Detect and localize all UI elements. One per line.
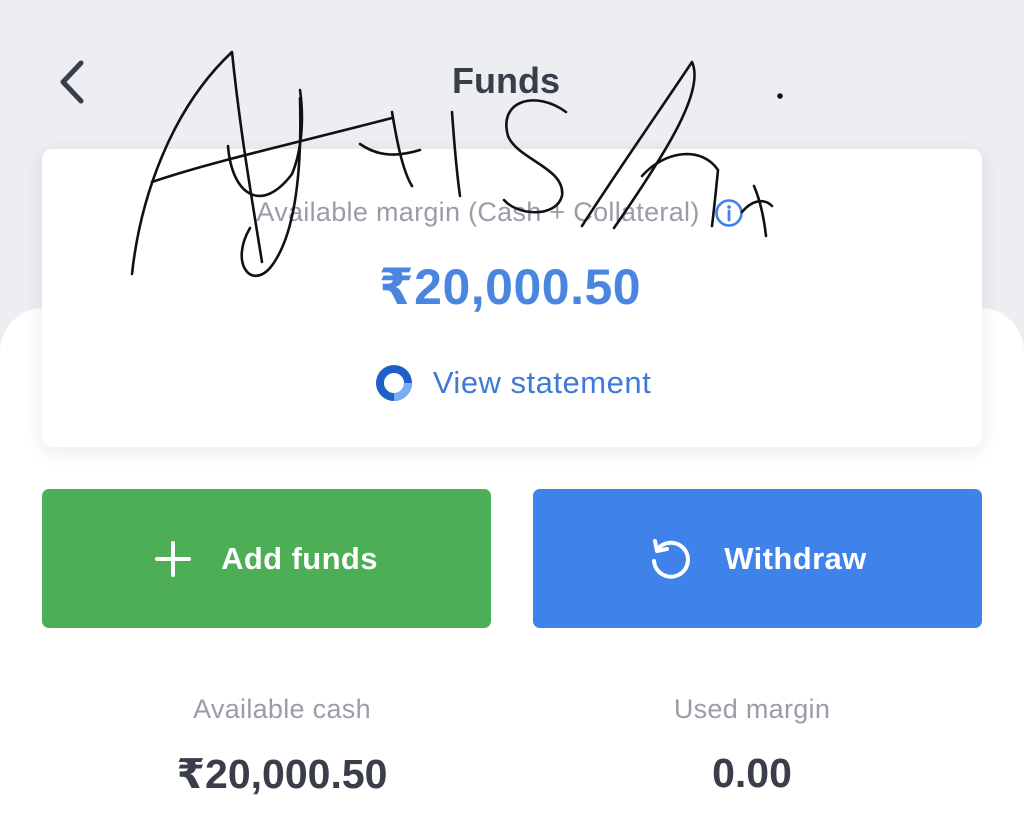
withdraw-label: Withdraw	[724, 540, 867, 576]
available-cash-value: ₹20,000.50	[176, 751, 388, 797]
add-funds-label: Add funds	[221, 540, 378, 576]
available-cash-label: Available cash	[193, 694, 371, 724]
available-margin-amount: ₹20,000.50	[378, 259, 642, 315]
undo-arrow-icon	[652, 538, 691, 579]
margin-label-row: Available margin (Cash + Collateral)	[0, 197, 1000, 228]
used-margin-label: Used margin	[673, 694, 831, 724]
add-funds-button[interactable]: Add funds	[42, 489, 491, 628]
margin-label: Available margin (Cash + Collateral)	[256, 197, 700, 227]
withdraw-button[interactable]: Withdraw	[533, 489, 982, 628]
view-statement-label: View statement	[432, 365, 652, 400]
page-title: Funds	[452, 60, 560, 101]
used-margin-value: 0.00	[712, 750, 792, 796]
view-statement-link[interactable]: View statement	[0, 362, 1024, 404]
ring-icon	[375, 365, 412, 401]
info-icon[interactable]	[714, 198, 744, 228]
plus-icon	[155, 540, 192, 577]
